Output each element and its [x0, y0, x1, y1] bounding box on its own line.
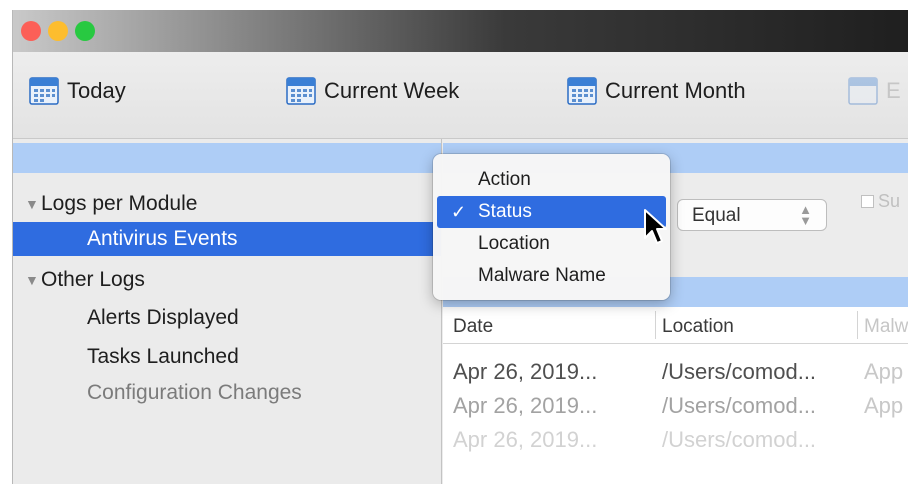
sidebar-item-tasks-launched[interactable]: Tasks Launched	[13, 340, 441, 374]
group-label: Logs per Module	[41, 192, 198, 215]
sidebar-item-label: Tasks Launched	[87, 345, 239, 368]
group-label: Other Logs	[41, 268, 145, 291]
current-week-button[interactable]: Current Week	[286, 76, 459, 106]
menu-item-status[interactable]: ✓ Status	[437, 196, 666, 228]
cell-date: Apr 26, 2019...	[453, 393, 598, 418]
table-row[interactable]: Apr 26, 2019... /Users/comod...	[443, 425, 908, 459]
filter-checkbox-label: Su	[878, 191, 901, 211]
menu-item-label: Status	[478, 201, 532, 222]
cell-malware: App	[864, 393, 904, 418]
toolbar-item-partial-label: E	[886, 78, 901, 103]
calendar-icon	[286, 77, 316, 105]
table-row[interactable]: Apr 26, 2019... /Users/comod... App	[443, 391, 908, 425]
sidebar-item-antivirus-events[interactable]: Antivirus Events	[13, 222, 441, 256]
calendar-icon	[567, 77, 597, 105]
disclosure-triangle-icon[interactable]: ▼	[25, 263, 39, 297]
checkbox-icon[interactable]	[861, 195, 874, 208]
mouse-pointer-icon	[644, 209, 667, 244]
sidebar-item-label: Alerts Displayed	[87, 306, 239, 329]
sidebar-item-alerts-displayed[interactable]: Alerts Displayed	[13, 301, 441, 335]
column-header-malware[interactable]: Malw	[864, 316, 908, 338]
disclosure-triangle-icon[interactable]: ▼	[25, 187, 39, 221]
column-divider[interactable]	[655, 311, 656, 339]
calendar-icon	[29, 77, 59, 105]
cell-malware: App	[864, 359, 904, 384]
table-row[interactable]: Apr 26, 2019... /Users/comod... App	[443, 357, 908, 391]
current-week-label: Current Week	[324, 78, 460, 103]
sidebar-header	[13, 143, 441, 173]
sidebar: ▼ Logs per Module Antivirus Events ▼ Oth…	[13, 139, 442, 484]
sidebar-item-label: Antivirus Events	[87, 227, 238, 250]
title-bar	[13, 10, 908, 52]
column-header-location[interactable]: Location	[662, 316, 734, 338]
sidebar-group-logs-per-module[interactable]: ▼ Logs per Module	[13, 187, 441, 221]
events-table: Date Location Malw Apr 26, 2019... /User…	[443, 307, 908, 484]
today-label: Today	[67, 78, 126, 103]
checkmark-icon: ✓	[451, 202, 467, 222]
menu-item-label: Location	[478, 233, 550, 254]
stepper-arrows-icon: ▲ ▼	[799, 202, 812, 228]
toolbar: Today Current Week Current Month E	[13, 52, 908, 139]
cell-location: /Users/comod...	[662, 359, 817, 384]
current-month-button[interactable]: Current Month	[567, 76, 746, 106]
cell-location: /Users/comod...	[662, 427, 817, 452]
zoom-window-button[interactable]	[75, 21, 95, 41]
menu-item-action[interactable]: Action	[437, 164, 666, 196]
sidebar-item-configuration-changes[interactable]: Configuration Changes	[13, 376, 441, 410]
cell-date: Apr 26, 2019...	[453, 359, 598, 384]
operator-value: Equal	[692, 205, 741, 226]
close-window-button[interactable]	[21, 21, 41, 41]
sidebar-item-label: Configuration Changes	[87, 381, 302, 404]
filter-checkbox[interactable]: Su	[861, 191, 900, 212]
cell-location: /Users/comod...	[662, 393, 817, 418]
field-dropdown-menu: Action ✓ Status Location Malware Name	[433, 154, 670, 300]
table-header: Date Location Malw	[443, 307, 908, 344]
column-divider[interactable]	[857, 311, 858, 339]
column-header-date[interactable]: Date	[453, 316, 493, 338]
today-button[interactable]: Today	[29, 76, 126, 106]
menu-item-label: Action	[478, 169, 531, 190]
current-month-label: Current Month	[605, 78, 746, 103]
menu-item-malware-name[interactable]: Malware Name	[437, 260, 666, 292]
sidebar-group-other-logs[interactable]: ▼ Other Logs	[13, 263, 441, 297]
calendar-icon	[848, 77, 878, 105]
minimize-window-button[interactable]	[48, 21, 68, 41]
menu-item-label: Malware Name	[478, 265, 606, 286]
toolbar-item-partial[interactable]: E	[848, 76, 901, 106]
menu-item-location[interactable]: Location	[437, 228, 666, 260]
operator-select[interactable]: Equal ▲ ▼	[677, 199, 827, 231]
cell-date: Apr 26, 2019...	[453, 427, 598, 452]
